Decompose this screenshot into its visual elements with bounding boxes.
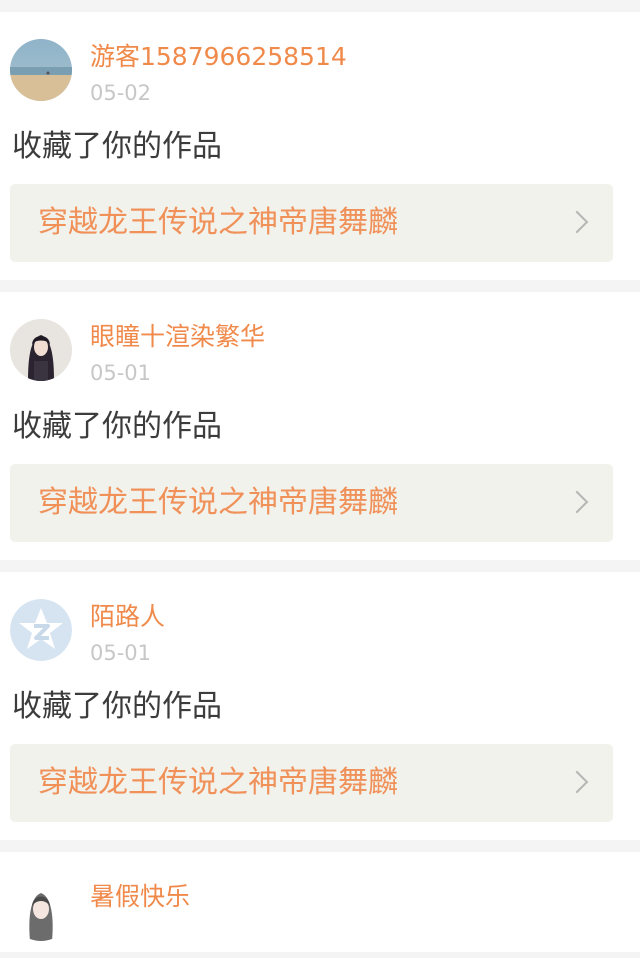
work-title: 穿越龙王传说之神帝唐舞麟 <box>38 765 398 800</box>
default-star-avatar-icon <box>10 599 72 661</box>
activity-card: 暑假快乐 <box>0 852 640 952</box>
chevron-right-icon <box>565 210 589 234</box>
beach-photo-icon <box>10 39 72 101</box>
activity-feed: 游客1587966258514 05-02 收藏了你的作品 穿越龙王传说之神帝唐… <box>0 12 640 952</box>
activity-action-text: 收藏了你的作品 <box>12 129 222 164</box>
activity-card: 陌路人 05-01 收藏了你的作品 穿越龙王传说之神帝唐舞麟 <box>0 572 640 840</box>
activity-date: 05-02 <box>90 81 152 105</box>
username[interactable]: 游客1587966258514 <box>90 42 347 72</box>
activity-date: 05-01 <box>90 361 152 385</box>
activity-card: 游客1587966258514 05-02 收藏了你的作品 穿越龙王传说之神帝唐… <box>0 12 640 280</box>
user-avatar[interactable] <box>10 39 72 101</box>
username[interactable]: 暑假快乐 <box>90 882 190 912</box>
user-avatar[interactable] <box>10 319 72 381</box>
girl-photo-icon <box>10 319 72 381</box>
activity-date: 05-01 <box>90 641 152 665</box>
chevron-right-icon <box>565 770 589 794</box>
work-link[interactable]: 穿越龙王传说之神帝唐舞麟 <box>10 744 613 822</box>
work-title: 穿越龙王传说之神帝唐舞麟 <box>38 485 398 520</box>
work-link[interactable]: 穿越龙王传说之神帝唐舞麟 <box>10 184 613 262</box>
chevron-right-icon <box>565 490 589 514</box>
activity-action-text: 收藏了你的作品 <box>12 689 222 724</box>
work-title: 穿越龙王传说之神帝唐舞麟 <box>38 205 398 240</box>
activity-card: 眼瞳十渲染繁华 05-01 收藏了你的作品 穿越龙王传说之神帝唐舞麟 <box>0 292 640 560</box>
user-avatar[interactable] <box>10 599 72 661</box>
anime-girl-avatar-icon <box>10 879 72 941</box>
activity-action-text: 收藏了你的作品 <box>12 409 222 444</box>
username[interactable]: 眼瞳十渲染繁华 <box>90 322 265 352</box>
username[interactable]: 陌路人 <box>90 602 165 632</box>
work-link[interactable]: 穿越龙王传说之神帝唐舞麟 <box>10 464 613 542</box>
user-avatar[interactable] <box>10 879 72 941</box>
